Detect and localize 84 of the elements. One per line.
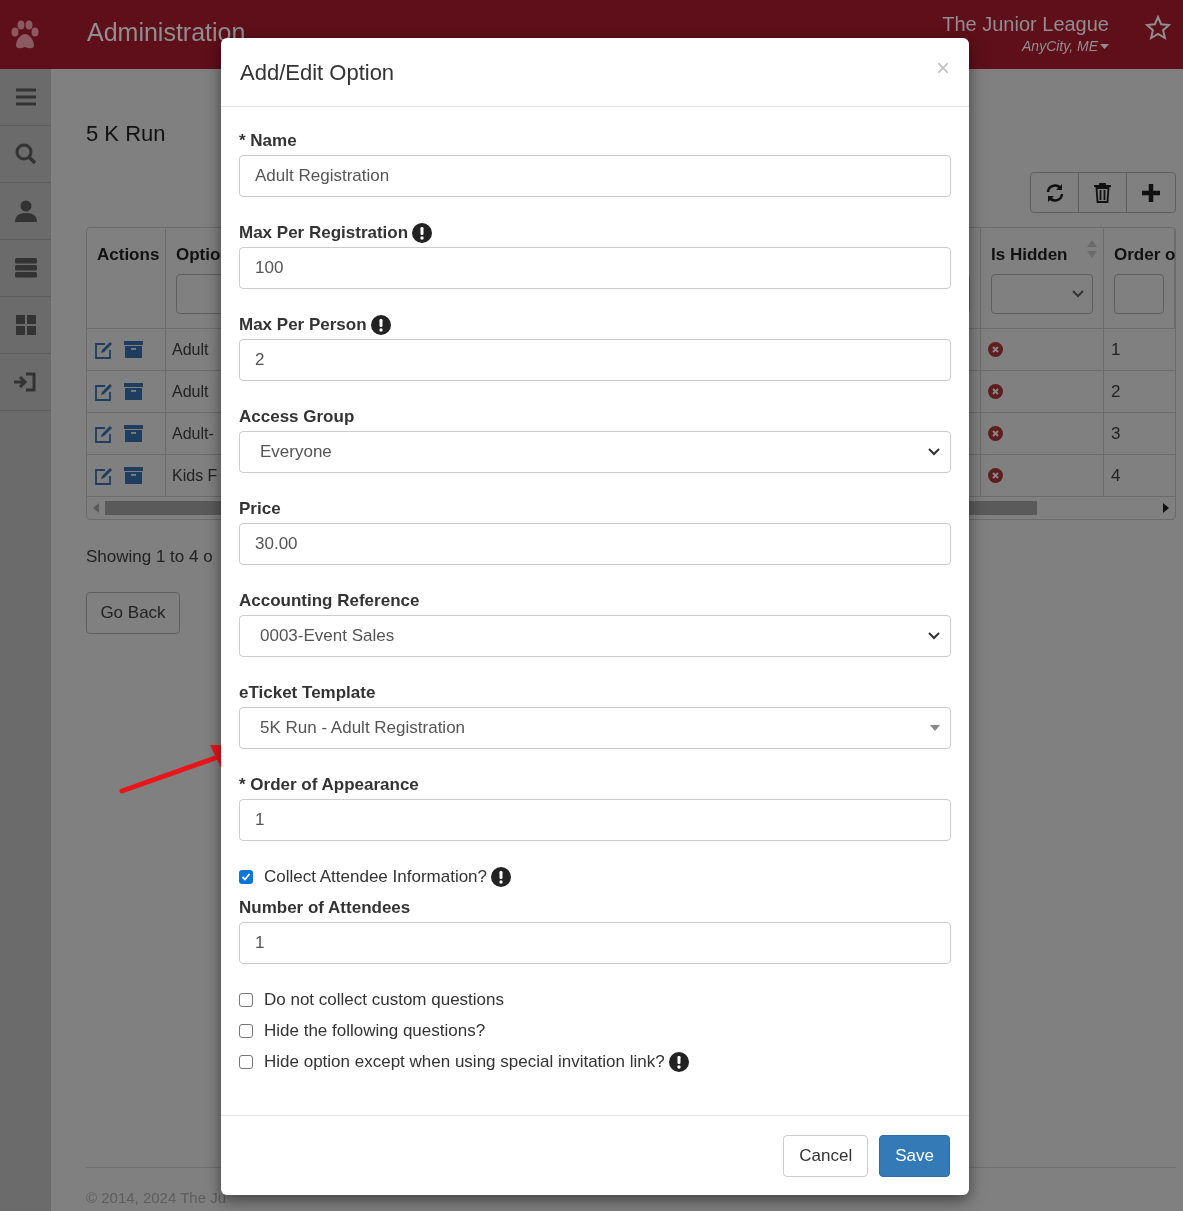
field-label: * Name [239, 130, 297, 153]
field-label: Max Per Registration [239, 222, 409, 245]
logout-icon[interactable] [13, 372, 38, 392]
go-back-button[interactable]: Go Back [86, 591, 180, 634]
cancel-button[interactable]: Cancel [783, 1134, 869, 1177]
table-cell-text: 4 [1111, 464, 1121, 487]
field-label: Price [239, 498, 281, 521]
x-circle-icon [988, 426, 1003, 441]
input-field[interactable]: 1 [239, 799, 951, 841]
page-title: 5 K Run [86, 120, 166, 148]
table-cell-text: Kids F [172, 465, 218, 486]
column-header[interactable]: Is Hidden [991, 245, 1068, 264]
input-field[interactable]: 1 [239, 922, 951, 964]
checkbox[interactable] [239, 993, 253, 1007]
x-circle-icon [988, 468, 1003, 483]
checkbox-label: Collect Attendee Information? [264, 866, 488, 889]
field-label: Number of Attendees [239, 897, 411, 920]
scroll-left-icon[interactable] [93, 503, 99, 513]
input-field[interactable]: Adult Registration [239, 155, 951, 197]
x-circle-icon [988, 384, 1003, 399]
checkbox[interactable] [239, 1024, 253, 1038]
column-header[interactable]: Actions [97, 245, 160, 264]
field-label: Accounting Reference [239, 590, 420, 613]
chevron-down-icon [928, 448, 940, 456]
exclamation-icon [491, 867, 512, 887]
server-icon[interactable] [14, 258, 37, 278]
checkmark-icon [241, 872, 251, 882]
app-title: Administration [87, 16, 246, 48]
table-cell-text: Adult [172, 381, 209, 402]
table-cell-text: Adult [172, 339, 209, 360]
paw-icon[interactable] [10, 18, 40, 51]
dropdown-field[interactable]: 5K Run - Adult Registration [239, 707, 951, 749]
exclamation-icon [370, 315, 391, 335]
table-cell-text: 3 [1111, 422, 1121, 445]
modal-title: Add/Edit Option [240, 58, 395, 87]
input-field[interactable]: 2 [239, 339, 951, 381]
archive-icon[interactable] [124, 383, 143, 400]
filter-dropdown[interactable] [991, 273, 1093, 314]
input-field[interactable]: 100 [239, 247, 951, 289]
checkbox-label: Do not collect custom questions [264, 989, 504, 1012]
input-field[interactable]: 30.00 [239, 523, 951, 565]
column-header[interactable]: Optio [176, 245, 221, 264]
scroll-right-icon[interactable] [1163, 503, 1169, 513]
table-cell-text: Adult- [172, 423, 214, 444]
field-label: Access Group [239, 406, 355, 429]
table-cell-text: 1 [1111, 338, 1121, 361]
plus-icon [1142, 183, 1160, 202]
refresh-icon [1044, 182, 1065, 203]
table-summary: Showing 1 to 4 o [86, 546, 213, 568]
archive-icon[interactable] [124, 425, 143, 442]
filter-field[interactable] [1114, 273, 1164, 314]
edit-icon[interactable] [94, 466, 113, 485]
edit-icon[interactable] [94, 340, 113, 359]
star-icon[interactable] [1145, 15, 1171, 41]
column-header[interactable]: Order o [1114, 245, 1176, 264]
edit-icon[interactable] [94, 382, 113, 401]
chevron-down-icon [928, 632, 940, 640]
edit-icon[interactable] [94, 424, 113, 443]
chevron-down-icon [1072, 289, 1084, 298]
save-button[interactable]: Save [879, 1134, 950, 1177]
exclamation-icon [668, 1052, 689, 1072]
field-label: eTicket Template [239, 682, 376, 705]
table-cell-text: 2 [1111, 380, 1121, 403]
menu-icon[interactable] [15, 88, 36, 106]
field-label: * Order of Appearance [239, 774, 419, 797]
location-dropdown[interactable]: AnyCity, ME [1022, 36, 1109, 57]
checkbox-label: Hide option except when using special invitation link? [264, 1051, 665, 1074]
field-label: Max Per Person [239, 314, 367, 337]
dropdown-field[interactable]: 0003-Event Sales [239, 615, 951, 657]
grid-icon[interactable] [15, 315, 36, 335]
checkbox[interactable] [239, 1055, 253, 1069]
trash-icon [1094, 182, 1111, 203]
archive-icon[interactable] [124, 467, 143, 484]
archive-icon[interactable] [124, 341, 143, 358]
checkbox[interactable] [239, 870, 253, 884]
checkbox-label: Hide the following questions? [264, 1020, 486, 1043]
exclamation-icon [412, 223, 433, 243]
caret-down-icon [1100, 44, 1109, 49]
user-icon[interactable] [14, 200, 37, 222]
x-circle-icon [988, 342, 1003, 357]
dropdown-field[interactable]: Everyone [239, 431, 951, 473]
search-icon[interactable] [14, 143, 37, 165]
org-name: The Junior League [942, 12, 1109, 36]
caret-down-icon [930, 725, 940, 731]
